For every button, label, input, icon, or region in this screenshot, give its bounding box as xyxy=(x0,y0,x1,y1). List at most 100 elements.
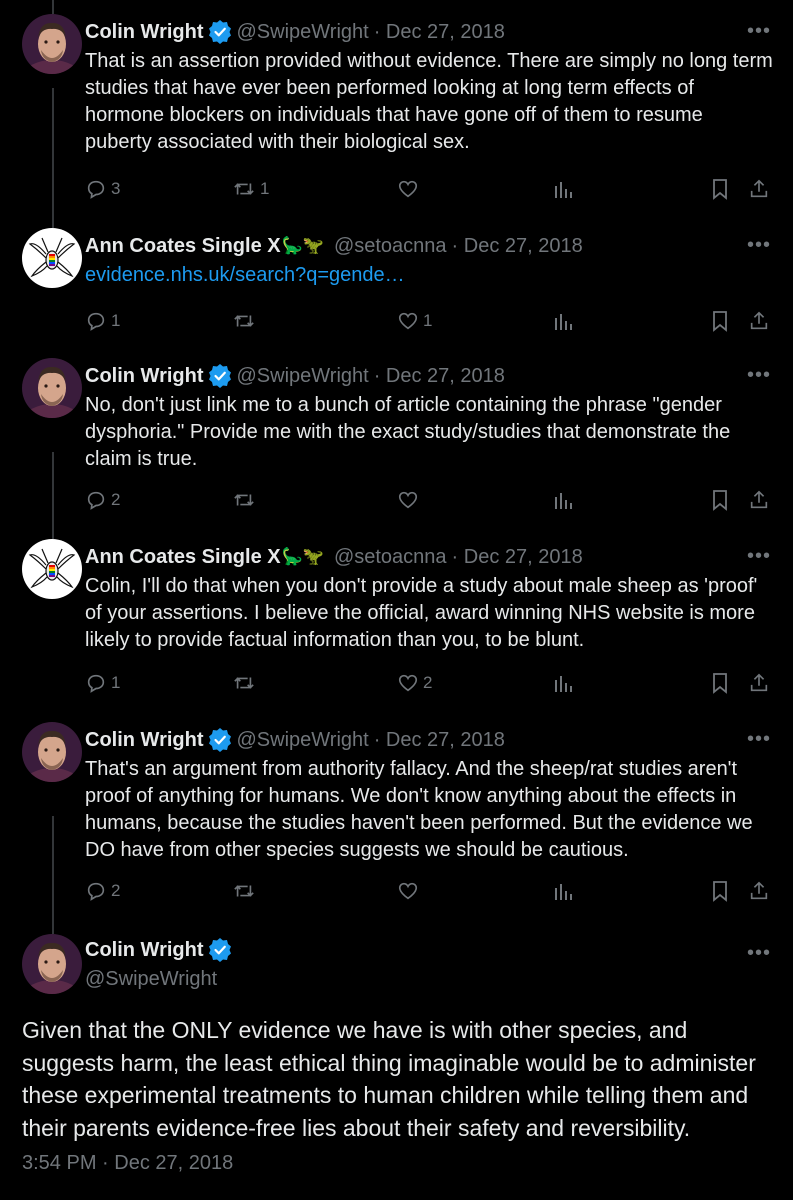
like-icon xyxy=(398,882,418,900)
like-icon xyxy=(398,491,418,509)
like-button[interactable]: 1 xyxy=(397,306,432,336)
views-button[interactable] xyxy=(553,174,573,204)
repost-button[interactable]: 1 xyxy=(232,174,269,204)
reply-button[interactable]: 1 xyxy=(85,306,120,336)
share-icon xyxy=(750,673,768,692)
display-name[interactable]: Ann Coates Single X xyxy=(85,546,281,569)
tweet-text: Colin, I'll do that when you don't provi… xyxy=(85,575,758,651)
bookmark-button[interactable] xyxy=(710,174,730,204)
tweet-header: Ann Coates Single X 🦕🦖 @setoacnna · Dec … xyxy=(85,539,583,575)
share-button[interactable] xyxy=(748,485,770,515)
like-button[interactable] xyxy=(397,876,423,906)
bookmark-button[interactable] xyxy=(710,306,730,336)
tweet-text: That is an assertion provided without ev… xyxy=(85,50,773,153)
reply-count: 3 xyxy=(111,179,121,198)
display-name[interactable]: Colin Wright xyxy=(85,729,204,752)
tweet-text: No, don't just link me to a bunch of art… xyxy=(85,394,731,470)
like-button[interactable] xyxy=(397,485,423,515)
avatar[interactable] xyxy=(22,722,82,782)
share-button[interactable] xyxy=(748,876,770,906)
tweet-date[interactable]: · Dec 27, 2018 xyxy=(374,21,505,44)
avatar[interactable] xyxy=(22,14,82,74)
reply-button[interactable]: 2 xyxy=(85,485,120,515)
like-icon xyxy=(398,674,418,692)
tweet-date[interactable]: · Dec 27, 2018 xyxy=(374,365,505,388)
display-name[interactable]: Colin Wright xyxy=(85,939,204,962)
tweet-timestamp[interactable]: 3:54 PM · Dec 27, 2018 xyxy=(22,1152,233,1175)
more-icon[interactable]: ••• xyxy=(747,938,771,968)
tweet-link[interactable]: evidence.nhs.uk/search?q=gende… xyxy=(85,264,405,286)
reply-button[interactable]: 3 xyxy=(85,174,120,204)
avatar[interactable] xyxy=(22,358,82,418)
share-button[interactable] xyxy=(748,668,770,698)
handle[interactable]: @SwipeWright xyxy=(85,968,217,991)
verified-badge-icon xyxy=(208,20,231,44)
tweet-header: Colin Wright @SwipeWright · Dec 27, 2018 xyxy=(85,14,505,50)
like-icon xyxy=(398,312,418,330)
views-icon xyxy=(555,182,572,198)
handle[interactable]: @SwipeWright xyxy=(237,21,369,44)
handle[interactable]: @setoacnna xyxy=(334,546,447,569)
reply-button[interactable]: 2 xyxy=(85,876,120,906)
repost-button[interactable] xyxy=(232,306,260,336)
avatar-image xyxy=(22,934,82,994)
display-name[interactable]: Colin Wright xyxy=(85,21,204,44)
handle[interactable]: @SwipeWright xyxy=(237,365,369,388)
repost-icon xyxy=(234,677,254,689)
avatar-image xyxy=(22,539,82,599)
verified-badge-icon xyxy=(208,938,231,962)
display-name[interactable]: Colin Wright xyxy=(85,365,204,388)
bookmark-button[interactable] xyxy=(710,876,730,906)
like-button[interactable] xyxy=(397,174,423,204)
share-button[interactable] xyxy=(748,306,770,336)
views-button[interactable] xyxy=(553,306,573,336)
tweet-header: Colin Wright @SwipeWright · Dec 27, 2018 xyxy=(85,722,505,758)
bookmark-icon xyxy=(713,673,727,694)
repost-button[interactable] xyxy=(232,668,260,698)
tweet-date[interactable]: · Dec 27, 2018 xyxy=(374,729,505,752)
avatar-image xyxy=(22,722,82,782)
more-icon[interactable]: ••• xyxy=(747,360,771,390)
main-tweet: Colin Wright @SwipeWright ••• Given that… xyxy=(0,934,793,1200)
display-name[interactable]: Ann Coates Single X xyxy=(85,235,281,258)
handle[interactable]: @setoacnna xyxy=(334,235,447,258)
handle[interactable]: @SwipeWright xyxy=(237,729,369,752)
bookmark-icon xyxy=(713,881,727,902)
repost-icon xyxy=(234,315,254,327)
views-button[interactable] xyxy=(553,485,573,515)
views-button[interactable] xyxy=(553,876,573,906)
like-button[interactable]: 2 xyxy=(397,668,432,698)
bookmark-button[interactable] xyxy=(710,668,730,698)
main-tweet-author: Colin Wright xyxy=(85,938,231,962)
views-icon xyxy=(555,493,572,509)
more-icon[interactable]: ••• xyxy=(747,541,771,571)
avatar-image xyxy=(22,228,82,288)
more-icon[interactable]: ••• xyxy=(747,724,771,754)
views-button[interactable] xyxy=(553,668,573,698)
tweet-date[interactable]: · Dec 27, 2018 xyxy=(452,546,583,569)
reply-count: 2 xyxy=(111,490,121,509)
reply-button[interactable]: 1 xyxy=(85,668,120,698)
avatar[interactable] xyxy=(22,934,82,994)
views-icon xyxy=(555,314,572,330)
views-icon xyxy=(555,884,572,900)
more-icon[interactable]: ••• xyxy=(747,16,771,46)
share-icon xyxy=(750,311,768,330)
avatar[interactable] xyxy=(22,539,82,599)
repost-button[interactable] xyxy=(232,876,260,906)
reply-icon xyxy=(87,491,105,510)
share-icon xyxy=(750,881,768,900)
like-icon xyxy=(398,180,418,198)
verified-badge-icon xyxy=(208,364,231,388)
repost-button[interactable] xyxy=(232,485,260,515)
reply-count: 1 xyxy=(111,673,121,692)
avatar[interactable] xyxy=(22,228,82,288)
repost-icon xyxy=(234,885,254,897)
tweet-date[interactable]: · Dec 27, 2018 xyxy=(452,235,583,258)
bookmark-button[interactable] xyxy=(710,485,730,515)
thread-line xyxy=(52,452,54,539)
repost-icon xyxy=(234,183,254,195)
more-icon[interactable]: ••• xyxy=(747,230,771,260)
share-button[interactable] xyxy=(748,174,770,204)
reply-icon xyxy=(87,882,105,901)
